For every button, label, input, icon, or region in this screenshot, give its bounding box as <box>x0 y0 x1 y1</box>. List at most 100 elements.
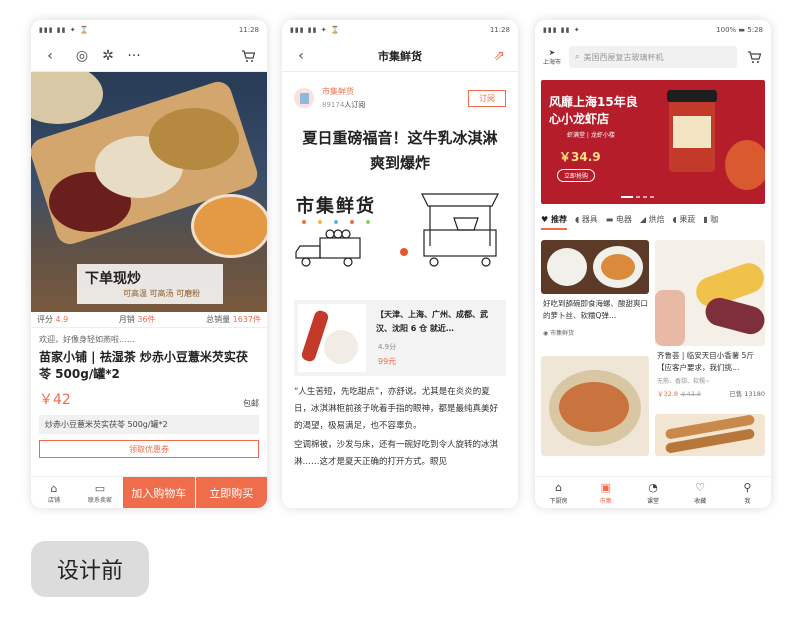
item4-image[interactable] <box>655 414 765 456</box>
account-name[interactable]: 市集鲜货 <box>322 86 365 97</box>
hero-title: 下单现炒 <box>85 271 141 287</box>
item3-image[interactable] <box>541 356 649 456</box>
avatar[interactable] <box>294 88 314 108</box>
status-time: 11:28 <box>489 26 510 34</box>
category-tab[interactable]: ◢ 烘焙 <box>640 214 665 232</box>
search-placeholder: 美国西屋复古玻璃杯机 <box>583 52 664 62</box>
store-label: 店铺 <box>47 496 60 504</box>
category-tab[interactable]: ◖ 果蔬 <box>673 214 696 232</box>
status-bar: ▮▮▮ ▮▮ ✦ ⌛ 11:28 <box>31 20 267 40</box>
product-jar-image <box>667 90 717 172</box>
banner-price: ￥34.9 <box>559 150 601 164</box>
user-icon: ⚲ <box>743 480 752 494</box>
search-input[interactable]: ⌕ 美国西屋复古玻璃杯机 <box>569 46 737 68</box>
banner-pager <box>621 196 654 198</box>
rating: 评分 4.9 <box>37 315 69 324</box>
tab-class[interactable]: ◔ 课堂 <box>629 477 676 508</box>
cart-icon[interactable] <box>743 50 765 64</box>
location-arrow-icon: ➤ <box>548 48 556 57</box>
cart-icon[interactable] <box>237 49 259 63</box>
coupon-button[interactable]: 领取优惠券 <box>39 440 259 458</box>
stats-row: 评分 4.9 月销 36件 总销量 1637件 <box>31 312 267 328</box>
status-time: 11:28 <box>238 26 259 34</box>
item1-title[interactable]: 好吃到舔碗即食海螺、酸甜爽口的萝卜丝、软糯Q弹… <box>543 298 651 322</box>
item2-price-row: ￥32.8 ￥43.8 已售 13180 <box>657 390 765 398</box>
tab-favorites[interactable]: ♡ 收藏 <box>677 477 724 508</box>
category-tabs: ♥ 推荐 ◖ 器具 ▬ 电器 ◢ 烘焙 ◖ 果蔬 ▮ 咖 <box>535 204 771 232</box>
chat-icon[interactable]: ◎ <box>71 49 93 63</box>
contact-label: 联系卖家 <box>87 496 112 504</box>
product-grid: 好吃到舔碗即食海螺、酸甜爽口的萝卜丝、软糯Q弹… ◉ 市集鲜货 齐鲁荟 | 临安… <box>535 232 771 492</box>
article-title: 夏日重磅福音！这牛乳冰淇淋爽到爆炸 <box>302 129 498 172</box>
class-icon: ◔ <box>648 480 658 494</box>
status-bar: ▮▮▮ ▮▮ ✦ ⌛ 11:28 <box>282 20 518 40</box>
nav-bar: ‹ 市集鲜货 ⇗ <box>282 40 518 72</box>
item1-shop: ◉ 市集鲜货 <box>543 330 575 337</box>
product-image: 下单现炒 可高温 可高汤 可磨粉 <box>31 72 267 312</box>
back-icon[interactable]: ‹ <box>290 49 312 63</box>
product-note: 欢迎，好像身轻如燕啦…… <box>39 335 135 344</box>
hero-caption: 下单现炒 可高温 可高汤 可磨粉 <box>77 264 223 304</box>
tab-market[interactable]: ▣ 市集 <box>582 477 629 508</box>
article-paragraph-1: “人生苦短，先吃甜点”，亦舒说。尤其是在炎炎的夏日，冰淇淋柜前孩子吮着手指的眼神… <box>294 387 499 431</box>
tab-kitchen[interactable]: ⌂ 下厨房 <box>535 477 582 508</box>
top-bar: ➤ 上海市 ⌕ 美国西屋复古玻璃杯机 <box>535 40 771 74</box>
store-icon: ⌂ <box>50 481 58 495</box>
item2-image[interactable] <box>655 240 765 346</box>
back-icon[interactable]: ‹ <box>39 49 61 63</box>
category-tab[interactable]: ▬ 电器 <box>606 214 632 232</box>
product-card-score: 4.9分 <box>378 343 397 351</box>
item2-tags: 无筋、香甜、软糯~ <box>657 378 711 385</box>
truck-and-stall-icon <box>295 193 499 267</box>
signal-icons: ▮▮▮ ▮▮ ✦ ⌛ <box>39 26 90 34</box>
product-card-title: 【天津、上海、广州、成都、武汉、沈阳 6 仓 就近… <box>376 310 488 333</box>
item2-title[interactable]: 齐鲁荟 | 临安天目小香薯 5斤【应客户要求，我们挑… <box>657 350 767 374</box>
price: ￥42 <box>39 392 71 408</box>
contact-button[interactable]: ▭ 联系卖家 <box>77 477 123 508</box>
buy-now-button[interactable]: 立即购买 <box>194 477 267 508</box>
account-row: 市集鲜货 89174人订阅 订阅 <box>282 72 518 116</box>
total-sales: 总销量 1637件 <box>206 315 261 324</box>
location-label: 上海市 <box>542 59 561 66</box>
spec-selector[interactable]: 炒赤小豆薏米芡实茯苓 500g/罐*2 <box>39 415 259 434</box>
bottom-tab-bar: ⌂ 下厨房 ▣ 市集 ◔ 课堂 ♡ 收藏 ⚲ 我 <box>535 476 771 508</box>
bottom-action-bar: ⌂ 店铺 ▭ 联系卖家 加入购物车 立即购买 <box>31 476 267 508</box>
shipping: 包邮 <box>243 399 259 408</box>
share-icon[interactable]: ✲ <box>97 49 119 63</box>
product-card[interactable]: 【天津、上海、广州、成都、武汉、沈阳 6 仓 就近… 4.9分 99元 <box>294 300 506 376</box>
store-button[interactable]: ⌂ 店铺 <box>31 477 77 508</box>
article-paragraph-2: 空调棉被，沙发与床，还有一碗好吃到令人旋转的冰淇淋……这才是夏天正确的打开方式。… <box>294 440 499 467</box>
product-card-price: 99元 <box>378 357 397 366</box>
market-icon: ▣ <box>600 480 611 494</box>
product-thumb <box>298 304 366 372</box>
home-icon: ⌂ <box>555 480 563 494</box>
add-to-cart-button[interactable]: 加入购物车 <box>123 477 195 508</box>
tab-me[interactable]: ⚲ 我 <box>724 477 771 508</box>
item1-image[interactable] <box>541 240 649 294</box>
article-screen: ▮▮▮ ▮▮ ✦ ⌛ 11:28 ‹ 市集鲜货 ⇗ 市集鲜货 89174人订阅 … <box>282 20 518 508</box>
heart-icon: ♡ <box>695 480 706 494</box>
promo-banner[interactable]: 风靡上海15年良心小龙虾店 虾满堂 | 龙虾小楼 ￥34.9 立即抢购 <box>541 80 765 204</box>
share-icon[interactable]: ⇗ <box>488 49 510 63</box>
subscriber-count: 89174人订阅 <box>322 101 366 109</box>
search-icon: ⌕ <box>575 52 580 61</box>
banner-buy-button[interactable]: 立即抢购 <box>557 169 596 182</box>
message-icon: ▭ <box>94 481 106 495</box>
category-tab[interactable]: ▮ 咖 <box>703 214 718 232</box>
category-tab[interactable]: ♥ 推荐 <box>541 214 567 230</box>
subscribe-button[interactable]: 订阅 <box>468 89 506 107</box>
banner-title: 风靡上海15年良心小龙虾店 <box>549 95 638 126</box>
category-tab[interactable]: ◖ 器具 <box>575 214 598 232</box>
page-title: 市集鲜货 <box>378 49 422 63</box>
market-home-screen: ▮▮▮ ▮▮ ✦ 100% ▬ 5:28 ➤ 上海市 ⌕ 美国西屋复古玻璃杯机 … <box>535 20 771 508</box>
hero-tags: 可高温 可高汤 可磨粉 <box>123 289 201 298</box>
signal-icons: ▮▮▮ ▮▮ ✦ ⌛ <box>290 26 341 34</box>
location-selector[interactable]: ➤ 上海市 <box>541 48 563 66</box>
status-right: 100% ▬ 5:28 <box>716 26 763 34</box>
article-illustration: 市集鲜货 <box>282 182 518 294</box>
monthly-sales: 月销 36件 <box>118 315 156 324</box>
more-icon[interactable]: ··· <box>123 49 145 63</box>
caption-label: 设计前 <box>31 541 149 597</box>
banner-subtitle: 虾满堂 | 龙虾小楼 <box>567 132 615 139</box>
product-detail-screen: ▮▮▮ ▮▮ ✦ ⌛ 11:28 ‹ ◎ ✲ ··· 下单现炒 可高温 可高汤 … <box>31 20 267 508</box>
